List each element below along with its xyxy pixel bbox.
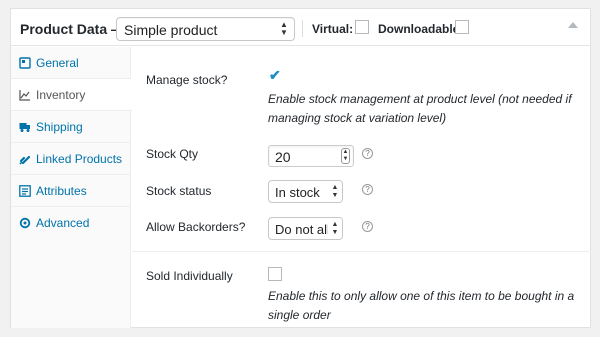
virtual-label: Virtual: [312,22,354,36]
virtual-checkbox[interactable] [355,20,369,34]
help-icon[interactable]: ? [362,221,373,232]
tab-advanced[interactable]: Advanced [11,207,131,239]
backorders-select[interactable]: Do not allow ▲ ▼ [268,217,343,240]
product-data-tabs: General Inventory Shipping Linked Produc… [11,47,132,328]
tab-linked-products-label: Linked Products [36,152,123,166]
collapse-toggle-icon[interactable] [568,22,578,28]
tab-advanced-label: Advanced [36,216,90,230]
manage-stock-checkbox[interactable]: ✔ [268,67,282,85]
gear-icon [19,217,31,229]
product-type-value: Simple product [124,22,218,38]
gear-icon [19,57,31,69]
sold-individually-checkbox[interactable] [268,267,282,281]
select-arrows-icon: ▲ ▼ [328,181,342,202]
stock-qty-input[interactable]: 20 ▲ ▼ [268,145,354,167]
tab-attributes[interactable]: Attributes [11,175,131,207]
truck-icon [19,121,31,133]
sold-individually-label: Sold Individually [146,269,233,283]
tab-attributes-label: Attributes [36,184,87,198]
inventory-panel: Manage stock? ✔ Enable stock management … [132,47,591,328]
tab-shipping[interactable]: Shipping [11,111,131,143]
tab-shipping-label: Shipping [36,120,83,134]
stock-qty-label: Stock Qty [146,147,199,161]
link-icon [19,153,31,165]
downloadable-label: Downloadable: [378,22,464,36]
backorders-label: Allow Backorders? [146,220,246,234]
stock-qty-value: 20 [275,149,291,165]
manage-stock-description: Enable stock management at product level… [268,92,572,125]
tab-linked-products[interactable]: Linked Products [11,143,131,175]
help-icon[interactable]: ? [362,184,373,195]
stock-status-value: In stock [275,185,320,200]
stepper-arrows-icon[interactable]: ▲ ▼ [341,148,350,164]
checkmark-icon: ✔ [269,67,281,83]
list-icon [19,185,31,197]
product-data-panel: Product Data — Simple product ▲ ▼ Virtual… [10,8,591,328]
product-type-select[interactable]: Simple product ▲ ▼ [116,17,295,41]
stock-status-label: Stock status [146,184,212,198]
help-icon[interactable]: ? [362,148,373,159]
chart-icon [19,89,31,101]
panel-header: Product Data — Simple product ▲ ▼ Virtual… [11,9,590,46]
section-divider [132,251,591,252]
tab-inventory-label: Inventory [36,88,86,102]
tab-general-label: General [36,56,79,70]
tab-general[interactable]: General [11,47,131,79]
select-arrows-icon: ▲ ▼ [280,20,288,37]
tab-inventory[interactable]: Inventory [11,79,132,111]
manage-stock-label: Manage stock? [146,73,228,87]
select-arrows-icon: ▲ ▼ [328,218,342,239]
panel-title: Product Data — [20,21,126,37]
sold-individually-description: Enable this to only allow one of this it… [268,289,575,322]
header-separator [302,20,303,37]
downloadable-checkbox[interactable] [455,20,469,34]
stock-status-select[interactable]: In stock ▲ ▼ [268,180,343,203]
